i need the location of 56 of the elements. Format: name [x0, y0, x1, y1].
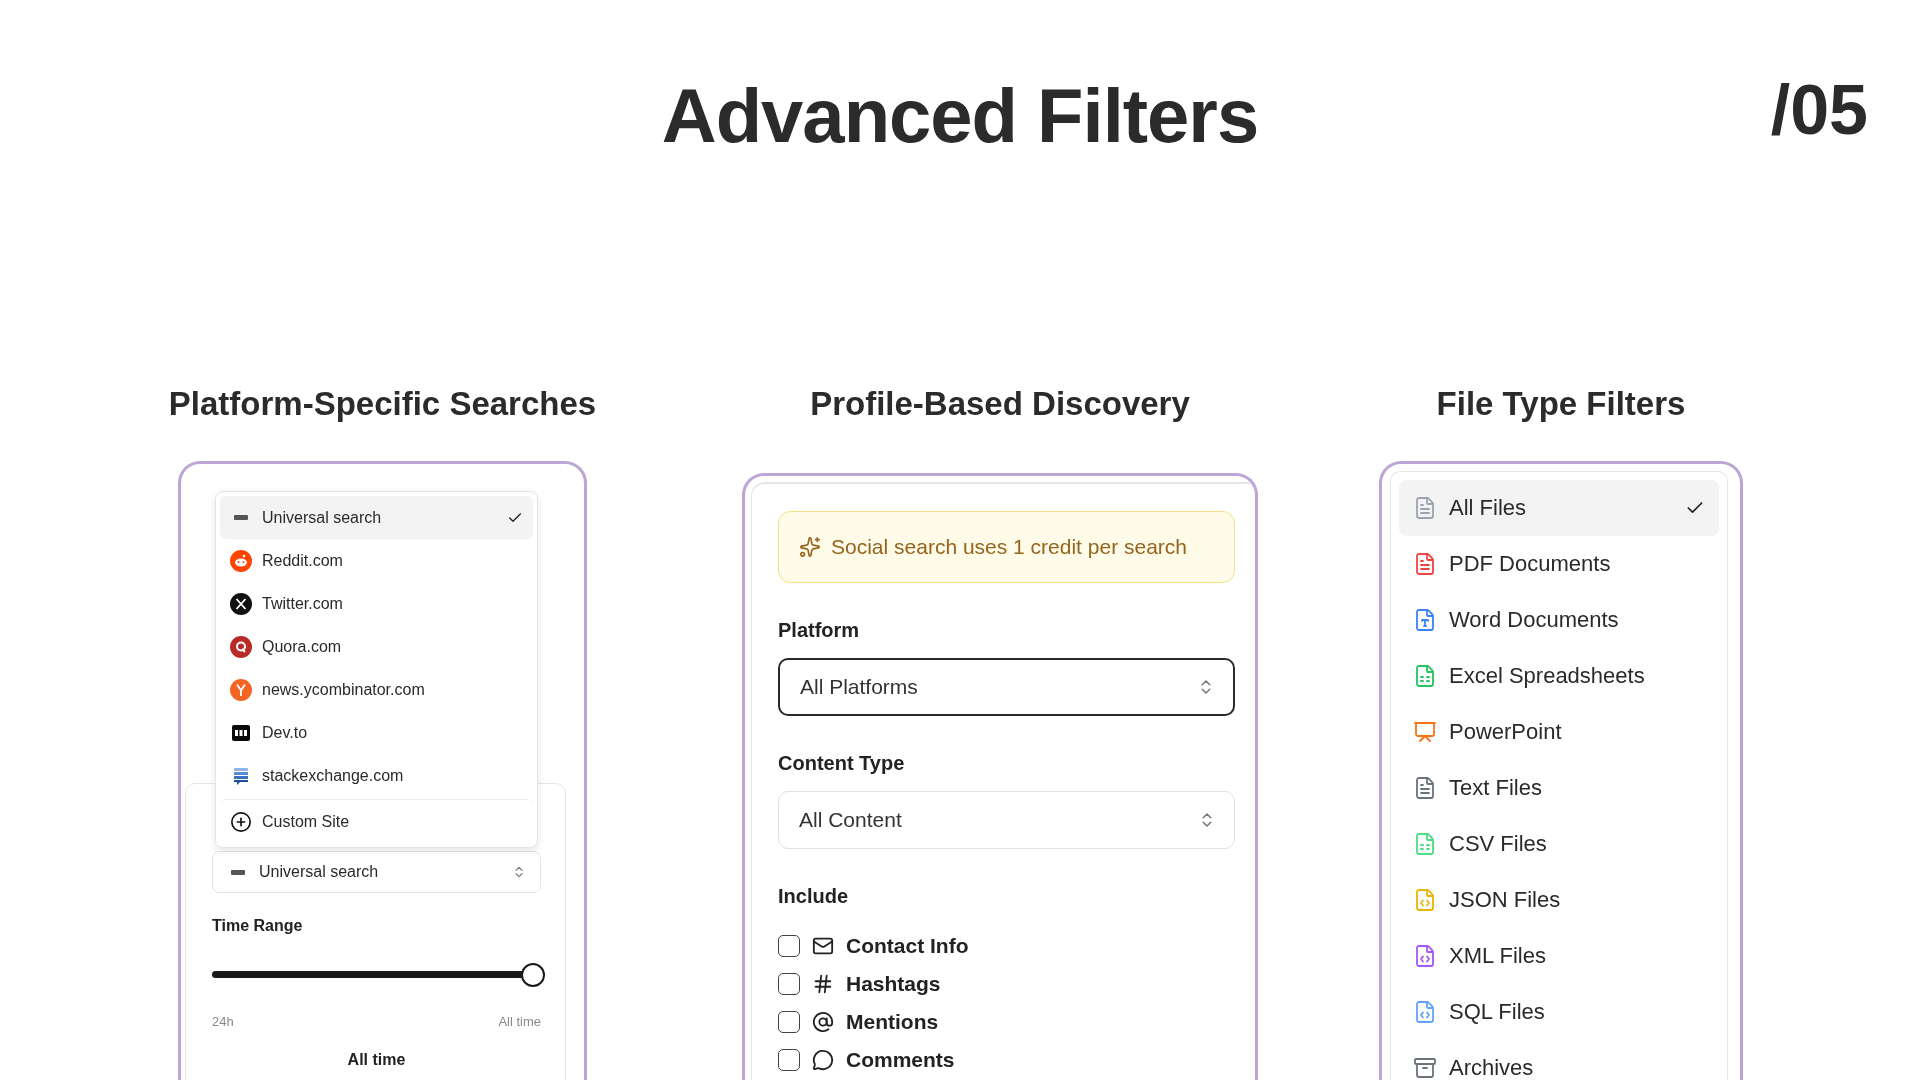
menu-item[interactable]: Archives	[1399, 1040, 1719, 1080]
range-value: All time	[346, 1051, 407, 1069]
logo-icon	[234, 515, 248, 520]
field-label: Time Range	[212, 917, 304, 935]
menu-item[interactable]: Text Files	[1399, 760, 1719, 816]
checkbox[interactable]	[778, 973, 800, 995]
menu-item[interactable]: Quora.com	[220, 625, 533, 668]
checkbox-label: Hashtags	[846, 972, 941, 996]
menu-item[interactable]: XML Files	[1399, 928, 1719, 984]
menu-item[interactable]: news.ycombinator.com	[220, 668, 533, 711]
menu-item[interactable]: stackexchange.com	[220, 754, 533, 797]
menu-item[interactable]: PDF Documents	[1399, 536, 1719, 592]
section-heading: Platform-Specific Searches	[168, 384, 597, 424]
checkbox-label: Mentions	[846, 1010, 939, 1034]
select-field[interactable]: All Content	[778, 791, 1235, 849]
slide-number: /05	[1770, 70, 1868, 150]
logo-icon	[231, 869, 245, 875]
checkbox-label: Contact Info	[846, 934, 969, 958]
alien-logo-icon	[230, 549, 252, 572]
menu-item[interactable]: Twitter.com	[220, 582, 533, 625]
slider-thumb[interactable]	[521, 962, 545, 987]
field-label: Content Type	[778, 752, 906, 775]
range-max-label: All time	[498, 1014, 541, 1029]
field-label: Platform	[778, 619, 861, 642]
menu-item[interactable]: JSON Files	[1399, 872, 1719, 928]
y-logo-icon	[230, 678, 252, 701]
quora-logo-icon	[230, 635, 252, 658]
section-heading: File Type Filters	[1436, 384, 1686, 424]
menu-item[interactable]: Dev.to	[220, 711, 533, 754]
menu-item[interactable]: Reddit.com	[220, 539, 533, 582]
menu-item[interactable]: All Files	[1399, 480, 1719, 536]
menu-item[interactable]: Custom Site	[220, 799, 533, 843]
section-heading: Profile-Based Discovery	[810, 384, 1190, 424]
hash-icon	[812, 973, 834, 995]
at-sign-icon	[812, 1011, 834, 1033]
checkbox[interactable]	[778, 1011, 800, 1033]
checkbox[interactable]	[778, 1049, 800, 1071]
notice-text: Social search uses 1 credit per search	[831, 535, 1187, 559]
menu-item[interactable]: SQL Files	[1399, 984, 1719, 1040]
mail-icon	[812, 935, 834, 957]
menu-item[interactable]: CSV Files	[1399, 816, 1719, 872]
slide-title: Advanced Filters	[661, 72, 1259, 159]
checkbox-label: Comments	[846, 1048, 955, 1072]
menu-item[interactable]: Word Documents	[1399, 592, 1719, 648]
x-logo-icon	[230, 592, 252, 615]
checkbox[interactable]	[778, 935, 800, 957]
menu-item[interactable]: PowerPoint	[1399, 704, 1719, 760]
plus-circle-icon	[230, 810, 252, 833]
range-min-label: 24h	[212, 1014, 234, 1029]
platform-select[interactable]: Universal search	[212, 851, 541, 893]
menu-item[interactable]: Universal search	[220, 496, 533, 539]
select-field[interactable]: All Platforms	[778, 658, 1235, 716]
speech-bubble-icon	[812, 1049, 834, 1071]
field-label: Include	[778, 885, 849, 908]
sparkle-icon	[799, 536, 821, 558]
menu-item[interactable]: Excel Spreadsheets	[1399, 648, 1719, 704]
